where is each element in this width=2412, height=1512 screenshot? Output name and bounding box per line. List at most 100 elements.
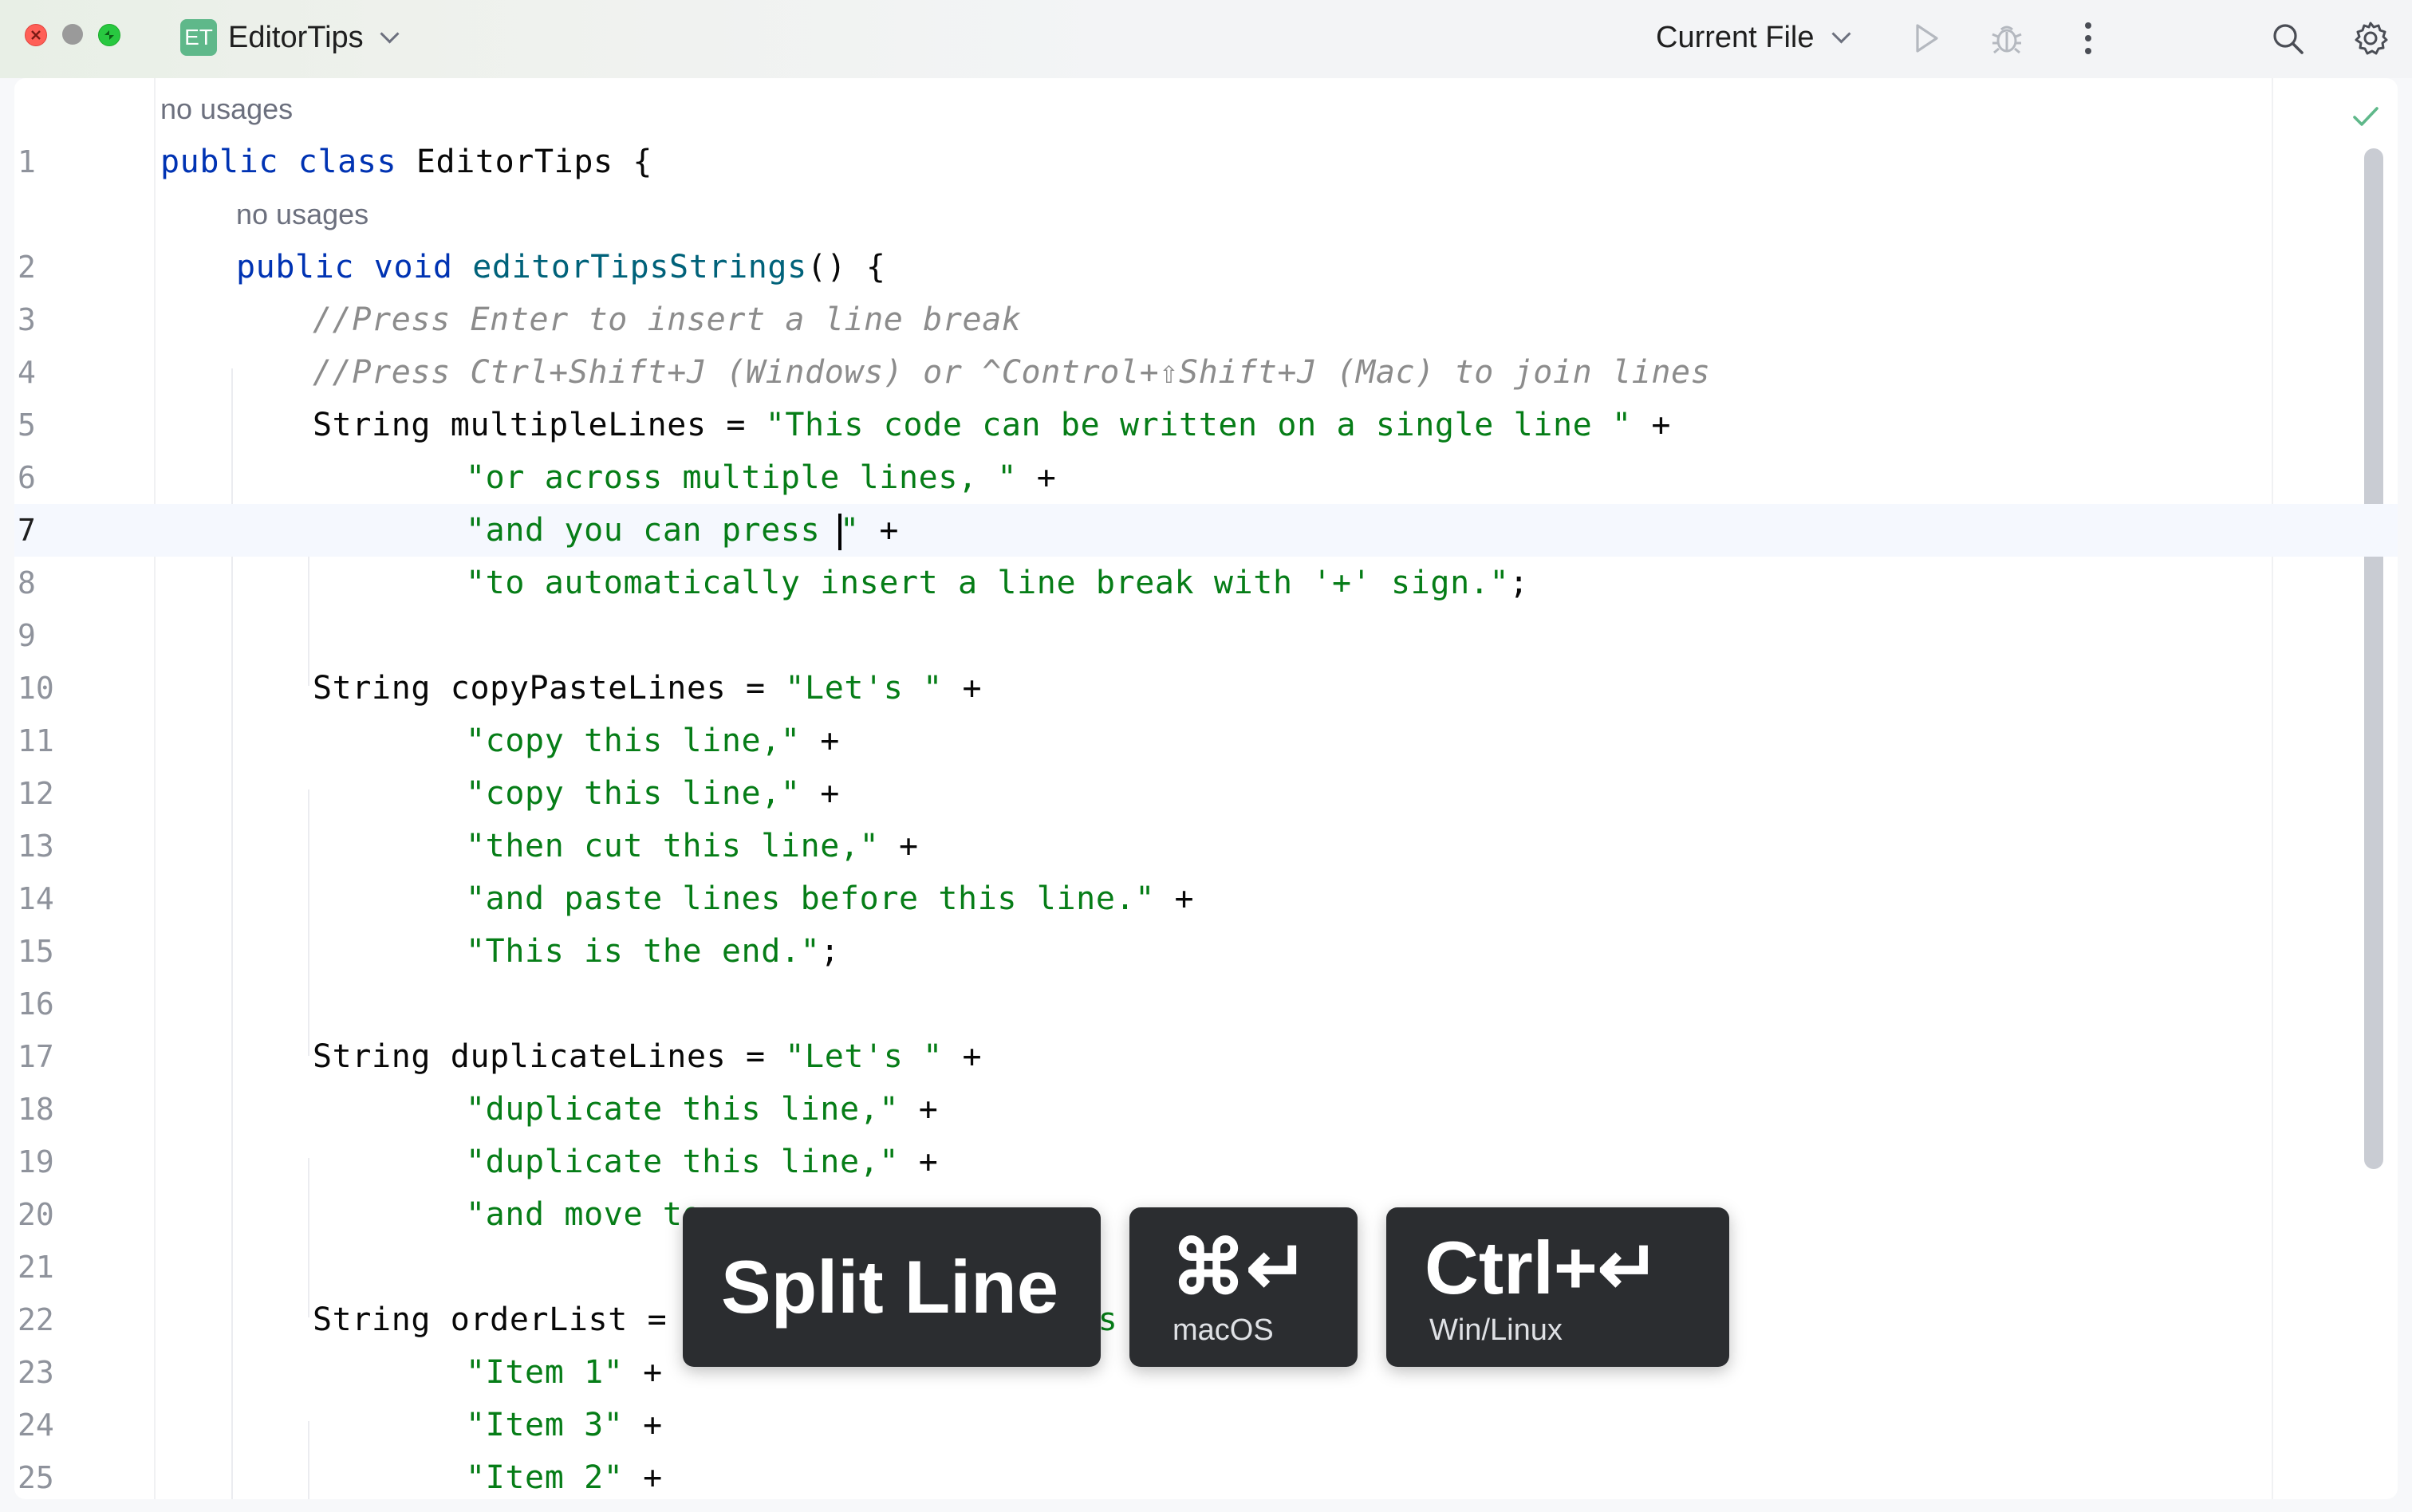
line-number: 22 xyxy=(18,1302,54,1337)
line-number: 3 xyxy=(18,302,36,337)
code-text: String copyPasteLines = "Let's " + xyxy=(313,670,983,707)
code-line: 5 String multipleLines = "This code can … xyxy=(14,399,2398,451)
code-text: public class EditorTips { xyxy=(160,144,653,180)
settings-button[interactable] xyxy=(2347,14,2394,62)
code-line: 25 "Item 2" + xyxy=(14,1451,2398,1499)
code-text: String orderList = " xyxy=(313,1301,706,1338)
inlay-hint-usages[interactable]: no usages xyxy=(236,188,368,241)
line-number: 5 xyxy=(18,408,36,443)
code-line: 6 "or across multiple lines, " + xyxy=(14,451,2398,504)
shortcut-win-panel: Ctrl+↵ Win/Linux xyxy=(1386,1207,1729,1367)
code-text: "This is the end."; xyxy=(466,933,840,970)
code-line: 8 "to automatically insert a line break … xyxy=(14,557,2398,609)
line-number: 25 xyxy=(18,1460,54,1495)
code-line: 15 "This is the end."; xyxy=(14,925,2398,978)
code-line: 12 "copy this line," + xyxy=(14,767,2398,820)
debug-icon xyxy=(1992,26,2022,54)
code-line: 1 public class EditorTips { xyxy=(14,136,2398,188)
code-line: 4 //Press Ctrl+Shift+J (Windows) or ^Con… xyxy=(14,346,2398,399)
title-bar: ET EditorTips Current File xyxy=(0,0,2412,78)
line-number: 10 xyxy=(18,671,54,706)
debug-button[interactable] xyxy=(1983,14,2031,62)
code-text: String multipleLines = "This code can be… xyxy=(313,407,1672,443)
line-number: 4 xyxy=(18,355,36,390)
line-number: 7 xyxy=(18,513,36,548)
line-number: 20 xyxy=(18,1197,54,1232)
shortcut-mac-panel: ⌘↵ macOS xyxy=(1129,1207,1358,1367)
line-number: 18 xyxy=(18,1092,54,1127)
code-text: "and paste lines before this line." + xyxy=(466,880,1195,917)
shortcut-action-panel: Split Line xyxy=(683,1207,1101,1367)
run-icon xyxy=(1916,24,1938,53)
win-shortcut-keys: Ctrl+↵ xyxy=(1425,1226,1661,1309)
win-platform-label: Win/Linux xyxy=(1429,1313,1563,1347)
code-line: 14 "and paste lines before this line." + xyxy=(14,872,2398,925)
code-text: "copy this line," + xyxy=(466,723,840,759)
code-text: "duplicate this line," + xyxy=(466,1144,939,1180)
line-number: 9 xyxy=(18,618,36,653)
code-line-current: 7 "and you can press " + xyxy=(14,504,2398,557)
code-line: 10 String copyPasteLines = "Let's " + xyxy=(14,662,2398,715)
line-number: 1 xyxy=(18,144,36,179)
project-badge: ET xyxy=(180,19,217,56)
code-line: 17 String duplicateLines = "Let's " + xyxy=(14,1030,2398,1083)
line-number: 2 xyxy=(18,250,36,285)
code-text: public void editorTipsStrings() { xyxy=(236,249,886,285)
code-text: "copy this line," + xyxy=(466,775,840,812)
code-text: "or across multiple lines, " + xyxy=(466,459,1057,496)
line-number: 8 xyxy=(18,565,36,600)
code-line: 11 "copy this line," + xyxy=(14,715,2398,767)
code-text: "Item 1" + xyxy=(466,1354,663,1391)
code-line: 2 public void editorTipsStrings() { xyxy=(14,241,2398,293)
more-actions-button[interactable] xyxy=(2064,14,2112,62)
run-button[interactable] xyxy=(1902,14,1949,62)
chevron-down-icon xyxy=(1831,24,1851,44)
code-line: 9 xyxy=(14,609,2398,662)
minimize-window-button[interactable] xyxy=(62,24,83,45)
search-icon xyxy=(2273,24,2304,54)
line-number: 13 xyxy=(18,829,54,864)
line-number: 15 xyxy=(18,934,54,969)
code-comment: //Press Ctrl+Shift+J (Windows) or ^Contr… xyxy=(313,354,1711,391)
more-vertical-icon xyxy=(2085,22,2091,54)
code-line: 16 xyxy=(14,978,2398,1030)
code-line: 18 "duplicate this line," + xyxy=(14,1083,2398,1136)
code-text: "Item 2" + xyxy=(466,1459,663,1496)
code-line: 24 "Item 3" + xyxy=(14,1399,2398,1451)
code-text: "then cut this line," + xyxy=(466,828,919,864)
line-number: 11 xyxy=(18,723,54,758)
shortcut-action-name: Split Line xyxy=(721,1245,1058,1329)
mac-shortcut-keys: ⌘↵ xyxy=(1171,1226,1309,1309)
code-text: String duplicateLines = "Let's " + xyxy=(313,1038,983,1075)
inlay-hint-usages[interactable]: no usages xyxy=(160,83,293,136)
chevron-down-icon xyxy=(380,24,400,44)
maximize-icon xyxy=(104,30,114,40)
code-text: "to automatically insert a line break wi… xyxy=(466,565,1529,601)
code-text: "and you can press " + xyxy=(466,512,900,550)
line-number: 12 xyxy=(18,776,54,811)
code-text: "duplicate this line," + xyxy=(466,1091,939,1128)
line-number: 21 xyxy=(18,1250,54,1285)
run-config-label: Current File xyxy=(1656,21,1815,54)
code-line: 13 "then cut this line," + xyxy=(14,820,2398,872)
line-number: 6 xyxy=(18,460,36,495)
mac-platform-label: macOS xyxy=(1172,1313,1274,1347)
line-number: 17 xyxy=(18,1039,54,1074)
line-number: 16 xyxy=(18,986,54,1022)
checkmark-icon xyxy=(2353,107,2378,126)
code-line: 3 //Press Enter to insert a line break xyxy=(14,293,2398,346)
close-window-button[interactable] xyxy=(25,24,47,46)
code-comment: //Press Enter to insert a line break xyxy=(313,301,1022,338)
line-number: 14 xyxy=(18,881,54,916)
code-text: "Item 3" + xyxy=(466,1407,663,1443)
search-everywhere-button[interactable] xyxy=(2264,14,2312,62)
code-text: "and move to xyxy=(466,1196,703,1233)
maximize-window-button[interactable] xyxy=(98,24,120,46)
line-number: 24 xyxy=(18,1408,54,1443)
code-line: 19 "duplicate this line," + xyxy=(14,1136,2398,1188)
line-number: 19 xyxy=(18,1144,54,1179)
settings-gear-icon xyxy=(2355,22,2388,55)
close-icon xyxy=(31,30,41,40)
project-name: EditorTips xyxy=(228,21,364,54)
line-number: 23 xyxy=(18,1355,54,1390)
